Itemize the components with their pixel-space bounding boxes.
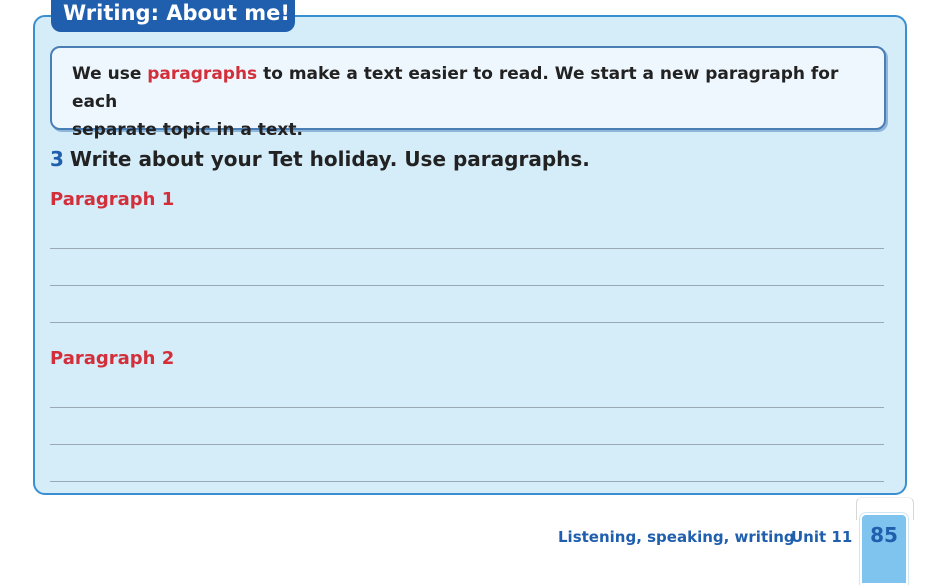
- info-text-line2: separate topic in a text.: [72, 120, 303, 140]
- footer-section: Listening, speaking, writing: [558, 528, 795, 546]
- task-instruction: 3 Write about your Tet holiday. Use parag…: [50, 147, 590, 171]
- page-number-tab: 85: [860, 513, 908, 585]
- info-box: We use paragraphs to make a text easier …: [50, 46, 886, 140]
- footer-unit: Unit 11: [791, 528, 853, 546]
- task-number: 3: [50, 147, 64, 171]
- info-highlight-word: paragraphs: [147, 64, 258, 84]
- paragraph-2-line-1[interactable]: [50, 407, 884, 408]
- task-text: Write about your Tet holiday. Use paragr…: [69, 147, 590, 171]
- paragraph-2-line-2[interactable]: [50, 444, 884, 445]
- info-text-start: We use: [72, 64, 148, 84]
- paragraph-1-line-3[interactable]: [50, 322, 884, 323]
- page-number: 85: [870, 523, 898, 547]
- paragraph-1-line-1[interactable]: [50, 248, 884, 249]
- paragraph-2-label: Paragraph 2: [50, 348, 175, 369]
- paragraph-1-line-2[interactable]: [50, 285, 884, 286]
- paragraph-1-label: Paragraph 1: [50, 189, 175, 210]
- section-title: Writing: About me!: [51, 0, 295, 32]
- paragraph-2-line-3[interactable]: [50, 481, 884, 482]
